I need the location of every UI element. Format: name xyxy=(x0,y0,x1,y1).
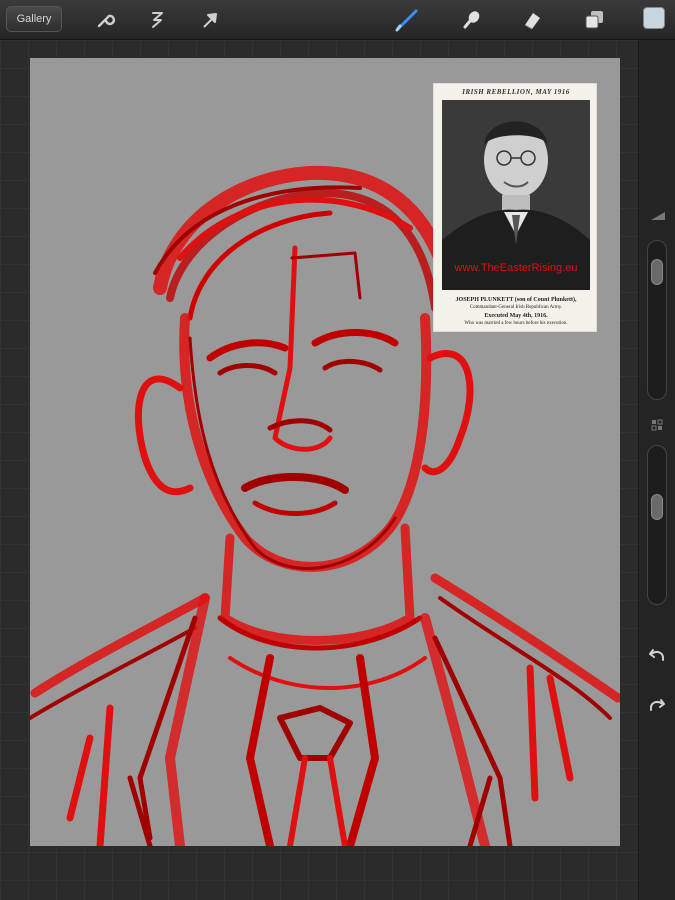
undo-icon[interactable] xyxy=(647,644,667,664)
brush-size-indicator-icon xyxy=(651,212,665,220)
reference-caption: JOSEPH PLUNKETT (son of Count Plunkett),… xyxy=(440,296,592,328)
caption-line-1: JOSEPH PLUNKETT (son of Count Plunkett), xyxy=(455,297,577,303)
brush-size-slider[interactable] xyxy=(647,240,667,400)
gallery-button[interactable]: Gallery xyxy=(6,6,62,32)
square-toggle-icon[interactable] xyxy=(651,418,663,431)
reference-watermark: www.TheEasterRising.eu xyxy=(454,262,578,274)
cursor-arrow-icon[interactable] xyxy=(197,7,223,33)
redo-icon[interactable] xyxy=(647,694,667,714)
layers-icon[interactable] xyxy=(581,7,607,33)
brush-icon[interactable] xyxy=(394,7,420,33)
caption-line-3: Executed May 4th, 1916. xyxy=(484,313,548,319)
caption-line-4: Who was married a few hours before his e… xyxy=(464,321,568,326)
eraser-icon[interactable] xyxy=(519,7,545,33)
reference-header: IRISH REBELLION, MAY 1916 xyxy=(462,88,570,96)
wrench-icon[interactable] xyxy=(92,7,118,33)
opacity-slider-thumb[interactable] xyxy=(651,493,663,520)
adjustments-icon[interactable] xyxy=(144,7,170,33)
opacity-slider[interactable] xyxy=(647,445,667,605)
procreate-app: Gallery IRISH REBELLION, MAY 1916 www.Th… xyxy=(0,0,675,900)
smudge-icon[interactable] xyxy=(458,7,484,33)
brush-size-slider-thumb[interactable] xyxy=(651,259,663,286)
top-toolbar: Gallery xyxy=(0,0,675,40)
reference-photo-card[interactable]: IRISH REBELLION, MAY 1916 www.TheEasterR… xyxy=(433,83,597,332)
caption-line-2: Commandant-General Irish Republican Army… xyxy=(469,305,563,310)
right-sidebar xyxy=(638,40,675,900)
current-color-swatch[interactable] xyxy=(643,7,665,29)
